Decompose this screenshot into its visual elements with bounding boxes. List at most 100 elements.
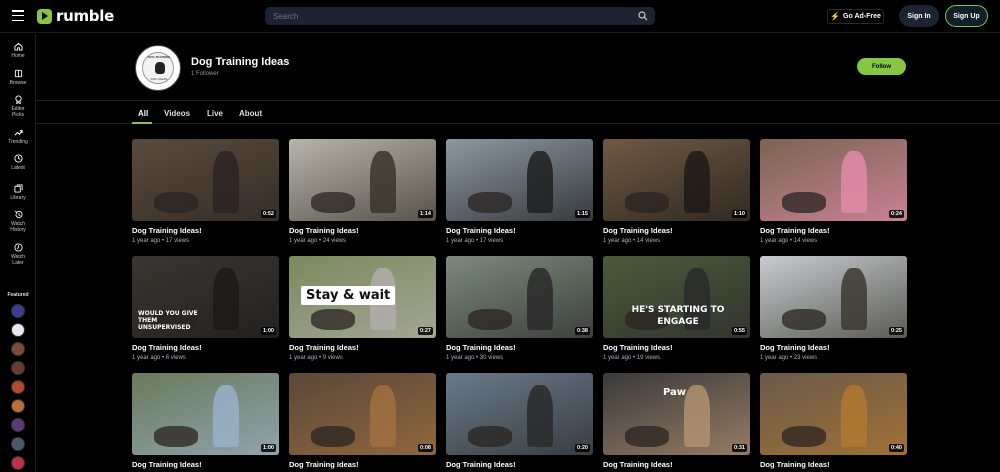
tab-live[interactable]: Live: [207, 109, 223, 118]
featured-channel-avatar[interactable]: [11, 304, 25, 318]
sidebar-item-browse[interactable]: Browse: [0, 69, 36, 86]
video-card[interactable]: HE'S STARTING TO ENGAGE 0:55 Dog Training …: [603, 256, 750, 368]
sidebar-item-editor-picks[interactable]: Editor Picks: [0, 95, 36, 118]
thumbnail-dog: [311, 309, 356, 330]
rumble-logo[interactable]: rumble: [37, 7, 114, 25]
video-thumbnail[interactable]: 0:40: [760, 373, 907, 455]
featured-channel-avatar[interactable]: [11, 380, 25, 394]
video-thumbnail[interactable]: HE'S STARTING TO ENGAGE 0:55: [603, 256, 750, 338]
go-ad-free-button[interactable]: ⚡ Go Ad-Free: [827, 9, 884, 24]
video-thumbnail[interactable]: 0:08: [289, 373, 436, 455]
sign-up-button[interactable]: Sign Up: [945, 5, 988, 27]
sidebar-item-home[interactable]: Home: [0, 42, 36, 59]
video-card[interactable]: 1:10 Dog Training Ideas! 1 year ago • 14 v…: [603, 139, 750, 251]
tab-videos[interactable]: Videos: [164, 109, 190, 118]
video-duration: 0:08: [417, 444, 433, 452]
sidebar: Home Browse Editor Picks Trending Latest…: [0, 34, 36, 472]
sign-in-button[interactable]: Sign In: [899, 5, 939, 27]
video-meta: 1 year ago • 17 views: [132, 238, 190, 244]
video-card[interactable]: 0:20 Dog Training Ideas!: [446, 373, 593, 472]
video-thumbnail[interactable]: 1:00: [132, 373, 279, 455]
video-title[interactable]: Dog Training Ideas!: [446, 343, 516, 352]
video-card[interactable]: 1:15 Dog Training Ideas! 1 year ago • 17 v…: [446, 139, 593, 251]
sidebar-item-label: Latest: [11, 165, 25, 171]
video-title[interactable]: Dog Training Ideas!: [760, 226, 830, 235]
video-title[interactable]: Dog Training Ideas!: [603, 460, 673, 469]
video-card[interactable]: 0:40 Dog Training Ideas!: [760, 373, 907, 472]
sidebar-item-watch-later[interactable]: Watch Later: [0, 243, 36, 266]
video-card[interactable]: 0:24 Dog Training Ideas! 1 year ago • 14 v…: [760, 139, 907, 251]
video-thumbnail[interactable]: 1:15: [446, 139, 593, 221]
video-title[interactable]: Dog Training Ideas!: [446, 226, 516, 235]
video-card[interactable]: Stay & wait 0:27 Dog Training Ideas! 1 year…: [289, 256, 436, 368]
video-card[interactable]: 0:25 Dog Training Ideas! 1 year ago • 23 v…: [760, 256, 907, 368]
video-title[interactable]: Dog Training Ideas!: [289, 343, 359, 352]
sidebar-item-watch-history[interactable]: Watch History: [0, 210, 36, 233]
featured-channel-avatar[interactable]: [11, 323, 25, 337]
featured-channel-avatar[interactable]: [11, 437, 25, 451]
video-title[interactable]: Dog Training Ideas!: [760, 343, 830, 352]
menu-icon[interactable]: [12, 10, 24, 22]
video-card[interactable]: 0:08 Dog Training Ideas!: [289, 373, 436, 472]
thumbnail-caption: Paw: [663, 387, 687, 398]
video-title[interactable]: Dog Training Ideas!: [603, 343, 673, 352]
channel-header: DOG TRAINING DOG IDEAS Dog Training Idea…: [36, 34, 1000, 100]
thumbnail-figure: [212, 151, 240, 213]
video-meta: 1 year ago • 17 views: [446, 238, 504, 244]
video-title[interactable]: Dog Training Ideas!: [289, 460, 359, 469]
video-duration: 0:52: [260, 210, 276, 218]
video-thumbnail[interactable]: 0:38: [446, 256, 593, 338]
featured-channel-avatar[interactable]: [11, 361, 25, 375]
video-title[interactable]: Dog Training Ideas!: [289, 226, 359, 235]
video-card[interactable]: 1:00 Dog Training Ideas!: [132, 373, 279, 472]
video-thumbnail[interactable]: 0:25: [760, 256, 907, 338]
video-meta: 1 year ago • 14 views: [760, 238, 818, 244]
thumbnail-dog: [625, 426, 670, 447]
video-duration: 0:31: [731, 444, 747, 452]
featured-channel-avatar[interactable]: [11, 342, 25, 356]
video-card[interactable]: 0:52 Dog Training Ideas! 1 year ago • 17 v…: [132, 139, 279, 251]
video-title[interactable]: Dog Training Ideas!: [760, 460, 830, 469]
search-icon[interactable]: [638, 11, 648, 21]
thumbnail-figure: [212, 385, 240, 447]
channel-avatar[interactable]: DOG TRAINING DOG IDEAS: [135, 45, 181, 91]
thumbnail-dog: [782, 309, 827, 330]
video-thumbnail[interactable]: 0:20: [446, 373, 593, 455]
search-input[interactable]: [265, 7, 625, 25]
video-card[interactable]: 1:14 Dog Training Ideas! 1 year ago • 24 v…: [289, 139, 436, 251]
thumbnail-figure: [683, 151, 711, 213]
sidebar-item-label: Home: [11, 53, 25, 59]
video-card[interactable]: 0:38 Dog Training Ideas! 1 year ago • 30 v…: [446, 256, 593, 368]
video-meta: 1 year ago • 6 views: [132, 355, 186, 361]
video-title[interactable]: Dog Training Ideas!: [603, 226, 673, 235]
video-duration: 0:40: [888, 444, 904, 452]
history-icon: [14, 210, 23, 219]
video-card[interactable]: WOULD YOU GIVE THEM UNSUPERVISED 1:00 Dog …: [132, 256, 279, 368]
video-thumbnail[interactable]: WOULD YOU GIVE THEM UNSUPERVISED 1:00: [132, 256, 279, 338]
featured-channel-avatar[interactable]: [11, 418, 25, 432]
video-title[interactable]: Dog Training Ideas!: [132, 343, 202, 352]
video-title[interactable]: Dog Training Ideas!: [132, 226, 202, 235]
thumbnail-figure: [212, 268, 240, 330]
tab-all[interactable]: All: [138, 109, 148, 118]
featured-channel-avatar[interactable]: [11, 399, 25, 413]
video-thumbnail[interactable]: Stay & wait 0:27: [289, 256, 436, 338]
video-thumbnail[interactable]: 0:52: [132, 139, 279, 221]
sidebar-item-latest[interactable]: Latest: [0, 154, 36, 171]
rumble-logo-icon: [37, 8, 52, 24]
video-duration: 1:10: [731, 210, 747, 218]
follow-button[interactable]: Follow: [857, 58, 906, 75]
video-duration: 0:20: [574, 444, 590, 452]
video-thumbnail[interactable]: 0:24: [760, 139, 907, 221]
search-bar: [265, 7, 655, 25]
video-thumbnail[interactable]: 1:14: [289, 139, 436, 221]
tab-about[interactable]: About: [239, 109, 262, 118]
video-title[interactable]: Dog Training Ideas!: [446, 460, 516, 469]
video-card[interactable]: Paw 0:31 Dog Training Ideas!: [603, 373, 750, 472]
featured-channel-avatar[interactable]: [11, 456, 25, 470]
sidebar-item-library[interactable]: Library: [0, 184, 36, 201]
video-title[interactable]: Dog Training Ideas!: [132, 460, 202, 469]
video-thumbnail[interactable]: 1:10: [603, 139, 750, 221]
video-thumbnail[interactable]: Paw 0:31: [603, 373, 750, 455]
sidebar-item-trending[interactable]: Trending: [0, 128, 36, 145]
